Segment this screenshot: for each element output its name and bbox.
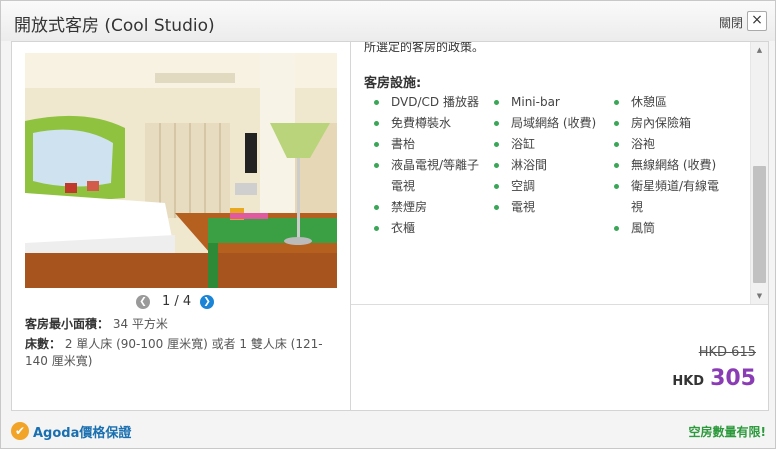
facility-item: 休憩區 [611,92,721,113]
facility-item: 免費樽裝水 [371,113,481,134]
room-details-dialog: 開放式客房 (Cool Studio) 關閉 × ❮ 1 / 4 ❯ 客房最小面… [0,0,776,449]
room-photo-panel: ❮ 1 / 4 ❯ 客房最小面積： 34 平方米 床數： 2 單人床 (90-1… [12,42,351,410]
facility-item: 禁煙房 [371,197,481,218]
facility-item: 浴缸 [491,134,601,155]
facility-item: 書枱 [371,134,481,155]
room-area: 客房最小面積： 34 平方米 [25,315,168,332]
bed-value: 2 單人床 (90-100 厘米寬) 或者 1 雙人床 (121-140 厘米寬… [25,337,323,368]
room-area-value: 34 平方米 [112,317,168,331]
next-photo-icon[interactable]: ❯ [200,295,214,309]
facility-item: 無線網絡 (收費) [611,155,721,176]
facilities-title: 客房設施: [364,76,422,91]
facilities-column-2: Mini-bar 局域網絡 (收費) 浴缸 淋浴間 空調 電視 [491,92,601,218]
price-amount: 305 [710,366,756,391]
facility-item: 房內保險箱 [611,113,721,134]
facility-item: 衛星頻道/有線電視 [611,176,721,218]
scrollbar-thumb[interactable] [753,166,766,283]
checkmark-icon: ✔ [11,422,29,440]
discounted-price: HKD 305 [672,366,756,391]
close-label[interactable]: 關閉 [719,14,743,31]
facility-item: 液晶電視/等離子電視 [371,155,481,197]
scroll-down-icon[interactable]: ▼ [751,288,768,304]
facilities-scrollbar[interactable]: ▲ ▼ [750,42,768,304]
limited-availability-text: 空房數量有限! [688,425,766,439]
price-currency: HKD [672,374,705,389]
facility-item: 浴袍 [611,134,721,155]
facility-item: DVD/CD 播放器 [371,92,481,113]
dialog-titlebar: 開放式客房 (Cool Studio) 關閉 × [1,1,775,41]
room-photo [25,53,337,288]
facility-item: 風筒 [611,218,721,239]
dialog-title: 開放式客房 (Cool Studio) [14,16,215,36]
photo-counter: 1 / 4 [162,294,192,309]
facilities-panel[interactable]: 所選定的客房的政策。 客房設施: DVD/CD 播放器 免費樽裝水 書枱 液晶電… [351,42,768,305]
facility-item: 衣櫃 [371,218,481,239]
dialog-content: ❮ 1 / 4 ❯ 客房最小面積： 34 平方米 床數： 2 單人床 (90-1… [11,41,769,411]
original-price: HKD 615 [698,345,756,360]
facilities-column-3: 休憩區 房內保險箱 浴袍 無線網絡 (收費) 衛星頻道/有線電視 風筒 [611,92,721,239]
close-icon[interactable]: × [747,11,767,31]
facility-item: 電視 [491,197,601,218]
scroll-up-icon[interactable]: ▲ [751,42,768,58]
facility-item: 局域網絡 (收費) [491,113,601,134]
bed-info: 床數： 2 單人床 (90-100 厘米寬) 或者 1 雙人床 (121-140… [25,336,343,370]
price-guarantee-link[interactable]: Agoda價格保證 [33,422,131,441]
facilities-column-1: DVD/CD 播放器 免費樽裝水 書枱 液晶電視/等離子電視 禁煙房 衣櫃 [371,92,481,239]
room-photo-image [25,53,337,288]
room-area-label: 客房最小面積： [25,317,110,331]
facility-item: Mini-bar [491,92,601,113]
bed-label: 床數： [25,337,62,351]
prev-photo-icon[interactable]: ❮ [136,295,150,309]
facility-item: 淋浴間 [491,155,601,176]
facility-item: 空調 [491,176,601,197]
policy-text: 所選定的客房的政策。 [364,42,485,54]
